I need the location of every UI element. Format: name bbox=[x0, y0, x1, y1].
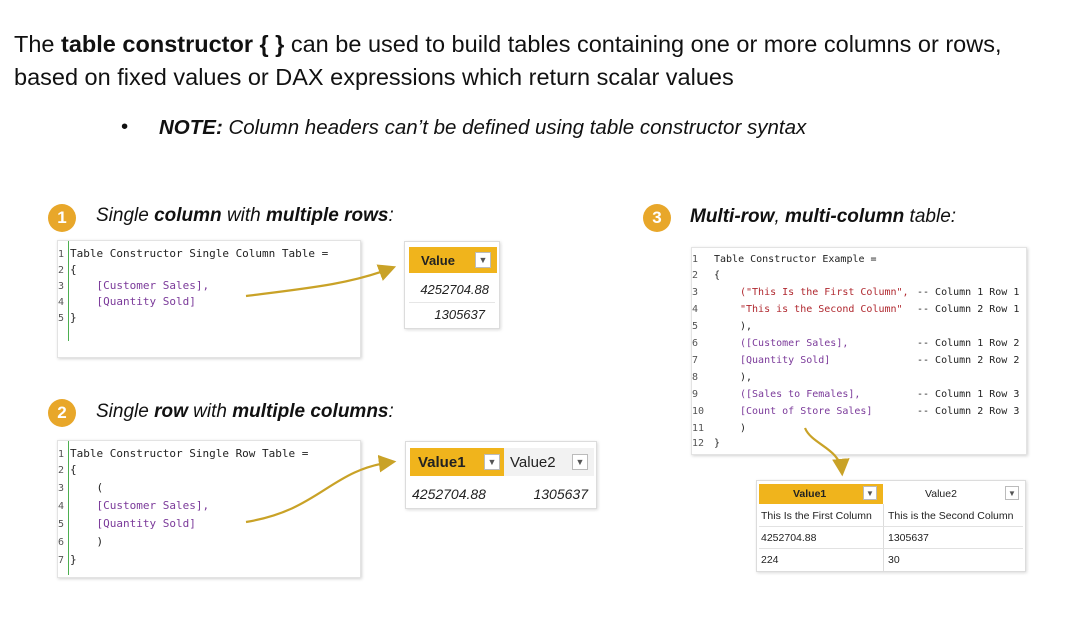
arrow-2 bbox=[245, 454, 397, 524]
connector-arrows bbox=[245, 264, 850, 524]
arrow-3 bbox=[803, 427, 850, 477]
arrow-1 bbox=[245, 264, 397, 298]
